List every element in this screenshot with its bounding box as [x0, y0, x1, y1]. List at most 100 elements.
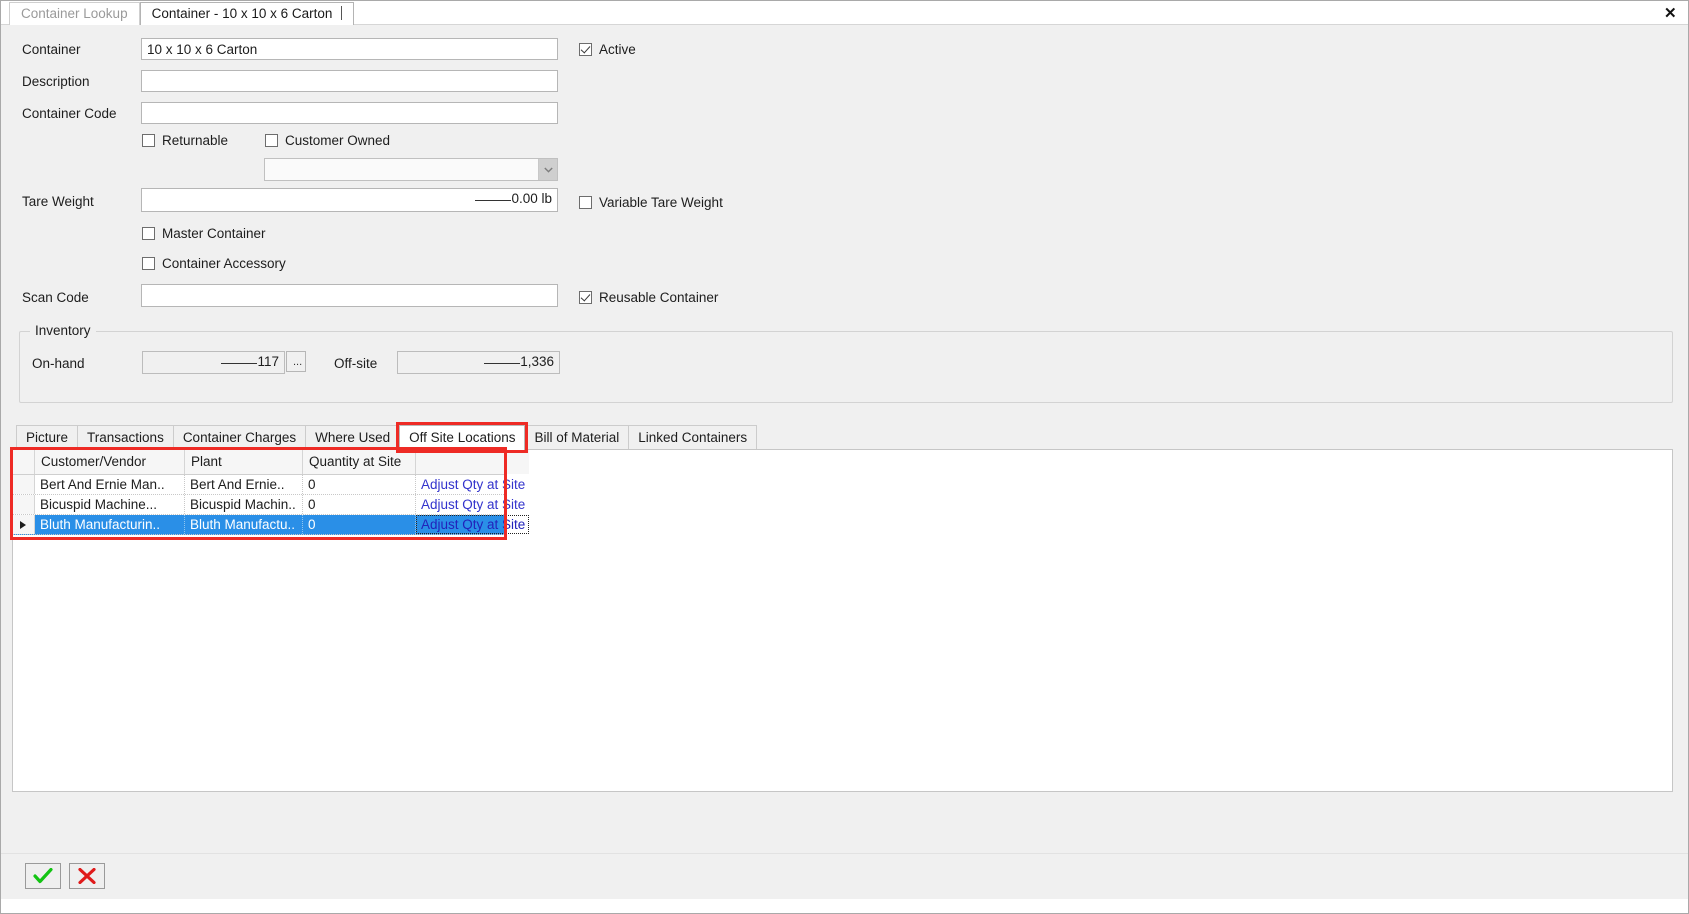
footer-bar [1, 853, 1688, 913]
text-caret [341, 6, 343, 20]
off-site-label: Off-site [334, 356, 378, 371]
tab-picture-label: Picture [26, 430, 69, 445]
tab-container-charges[interactable]: Container Charges [172, 425, 307, 450]
tare-weight-label: Tare Weight [22, 194, 94, 209]
container-accessory-checkbox[interactable]: Container Accessory [142, 256, 286, 271]
cell-quantity-at-site[interactable]: 0 [303, 495, 416, 514]
active-checkbox[interactable]: Active [579, 42, 636, 57]
variable-tare-weight-checkbox[interactable]: Variable Tare Weight [579, 195, 723, 210]
active-checkbox-label: Active [599, 42, 636, 57]
tare-weight-value: 0.00 lb [511, 191, 552, 206]
chevron-down-icon[interactable] [538, 159, 557, 180]
column-header-action[interactable] [416, 450, 529, 474]
row-selector[interactable] [13, 515, 35, 534]
on-hand-number: 117 [257, 354, 279, 369]
tab-where-used-label: Where Used [315, 430, 391, 445]
cell-plant[interactable]: Bert And Ernie.. [185, 475, 303, 494]
window-bottom-strip [1, 899, 1688, 913]
column-header-customer-vendor[interactable]: Customer/Vendor [35, 450, 185, 474]
tab-container-charges-label: Container Charges [182, 430, 297, 445]
tab-where-used[interactable]: Where Used [305, 425, 401, 450]
ok-button[interactable] [25, 863, 61, 889]
table-row-selected[interactable]: Bluth Manufacturin.. Bluth Manufactu.. 0… [13, 515, 529, 535]
cell-customer-vendor[interactable]: Bluth Manufacturin.. [35, 515, 185, 534]
top-tabs: Container Lookup Container - 10 x 10 x 6… [9, 2, 355, 25]
master-container-checkbox[interactable]: Master Container [142, 226, 266, 241]
column-header-quantity-at-site[interactable]: Quantity at Site [303, 450, 416, 474]
checkbox-icon [579, 43, 592, 56]
container-input[interactable] [141, 38, 558, 60]
tab-transactions[interactable]: Transactions [77, 425, 174, 450]
cell-plant[interactable]: Bicuspid Machin.. [185, 495, 303, 514]
tab-picture[interactable]: Picture [16, 425, 79, 450]
container-code-label: Container Code [22, 106, 117, 121]
container-edit-window: Container Lookup Container - 10 x 10 x 6… [0, 0, 1689, 914]
adjust-qty-at-site-link[interactable]: Adjust Qty at Site [416, 515, 529, 534]
grid-header-row: Customer/Vendor Plant Quantity at Site [13, 450, 529, 475]
row-header-corner [13, 450, 35, 474]
inventory-group-title: Inventory [30, 323, 96, 338]
cell-quantity-at-site[interactable]: 0 [303, 515, 416, 534]
reusable-container-checkbox[interactable]: Reusable Container [579, 290, 718, 305]
grid-body: Bert And Ernie Man.. Bert And Ernie.. 0 … [13, 475, 529, 535]
tab-linked-containers-label: Linked Containers [638, 430, 748, 445]
container-accessory-label: Container Accessory [162, 256, 286, 271]
detail-tabs: Picture Transactions Container Charges W… [16, 422, 758, 453]
tab-bill-of-material[interactable]: Bill of Material [524, 425, 630, 450]
description-input[interactable] [141, 70, 558, 92]
tab-off-site-locations-label: Off Site Locations [409, 430, 516, 445]
tab-bill-of-material-label: Bill of Material [534, 430, 620, 445]
field-underline [221, 363, 258, 364]
tab-transactions-label: Transactions [87, 430, 164, 445]
container-label: Container [22, 42, 81, 57]
cancel-button[interactable] [69, 863, 105, 889]
tab-linked-containers[interactable]: Linked Containers [628, 425, 758, 450]
tab-off-site-locations[interactable]: Off Site Locations [396, 422, 529, 453]
checkmark-icon [33, 868, 53, 884]
row-selector[interactable] [13, 475, 35, 494]
returnable-checkbox-label: Returnable [162, 133, 229, 148]
off-site-value: 1,336 [397, 351, 560, 374]
container-code-input[interactable] [141, 102, 558, 124]
checkbox-icon [142, 227, 155, 240]
field-underline [484, 363, 521, 364]
variable-tare-weight-label: Variable Tare Weight [599, 195, 723, 210]
checkbox-icon [579, 196, 592, 209]
row-selector[interactable] [13, 495, 35, 514]
cell-quantity-at-site[interactable]: 0 [303, 475, 416, 494]
tab-container-detail[interactable]: Container - 10 x 10 x 6 Carton [139, 2, 355, 25]
adjust-qty-at-site-link[interactable]: Adjust Qty at Site [416, 495, 529, 514]
table-row[interactable]: Bicuspid Machine... Bicuspid Machin.. 0 … [13, 495, 525, 515]
master-container-label: Master Container [162, 226, 266, 241]
close-icon[interactable]: ✕ [1658, 3, 1680, 23]
adjust-qty-at-site-link[interactable]: Adjust Qty at Site [416, 475, 529, 494]
off-site-locations-grid[interactable]: Customer/Vendor Plant Quantity at Site B… [12, 449, 529, 538]
on-hand-value: 117 [142, 351, 285, 374]
column-header-plant[interactable]: Plant [185, 450, 303, 474]
cell-customer-vendor[interactable]: Bert And Ernie Man.. [35, 475, 185, 494]
tab-container-lookup-label: Container Lookup [21, 6, 128, 21]
table-row[interactable]: Bert And Ernie Man.. Bert And Ernie.. 0 … [13, 475, 525, 495]
field-underline [475, 200, 512, 201]
close-x-icon [78, 868, 96, 884]
returnable-checkbox[interactable]: Returnable [142, 133, 228, 148]
on-hand-browse-button[interactable]: ... [286, 351, 306, 372]
checkbox-icon [579, 291, 592, 304]
on-hand-label: On-hand [32, 356, 85, 371]
checkbox-icon [142, 257, 155, 270]
checkbox-icon [265, 134, 278, 147]
tab-container-detail-label: Container - 10 x 10 x 6 Carton [151, 6, 333, 21]
customer-owned-checkbox[interactable]: Customer Owned [265, 133, 390, 148]
current-row-indicator-icon [20, 520, 26, 529]
cell-customer-vendor[interactable]: Bicuspid Machine... [35, 495, 185, 514]
tare-weight-input[interactable]: 0.00 lb [141, 188, 558, 212]
tab-container-lookup[interactable]: Container Lookup [9, 2, 140, 25]
description-label: Description [22, 74, 90, 89]
customer-owned-checkbox-label: Customer Owned [285, 133, 391, 148]
reusable-container-label: Reusable Container [599, 290, 719, 305]
off-site-number: 1,336 [520, 354, 554, 369]
scan-code-input[interactable] [141, 284, 558, 307]
scan-code-label: Scan Code [22, 290, 89, 305]
owner-combo[interactable] [264, 158, 558, 181]
cell-plant[interactable]: Bluth Manufactu.. [185, 515, 303, 534]
